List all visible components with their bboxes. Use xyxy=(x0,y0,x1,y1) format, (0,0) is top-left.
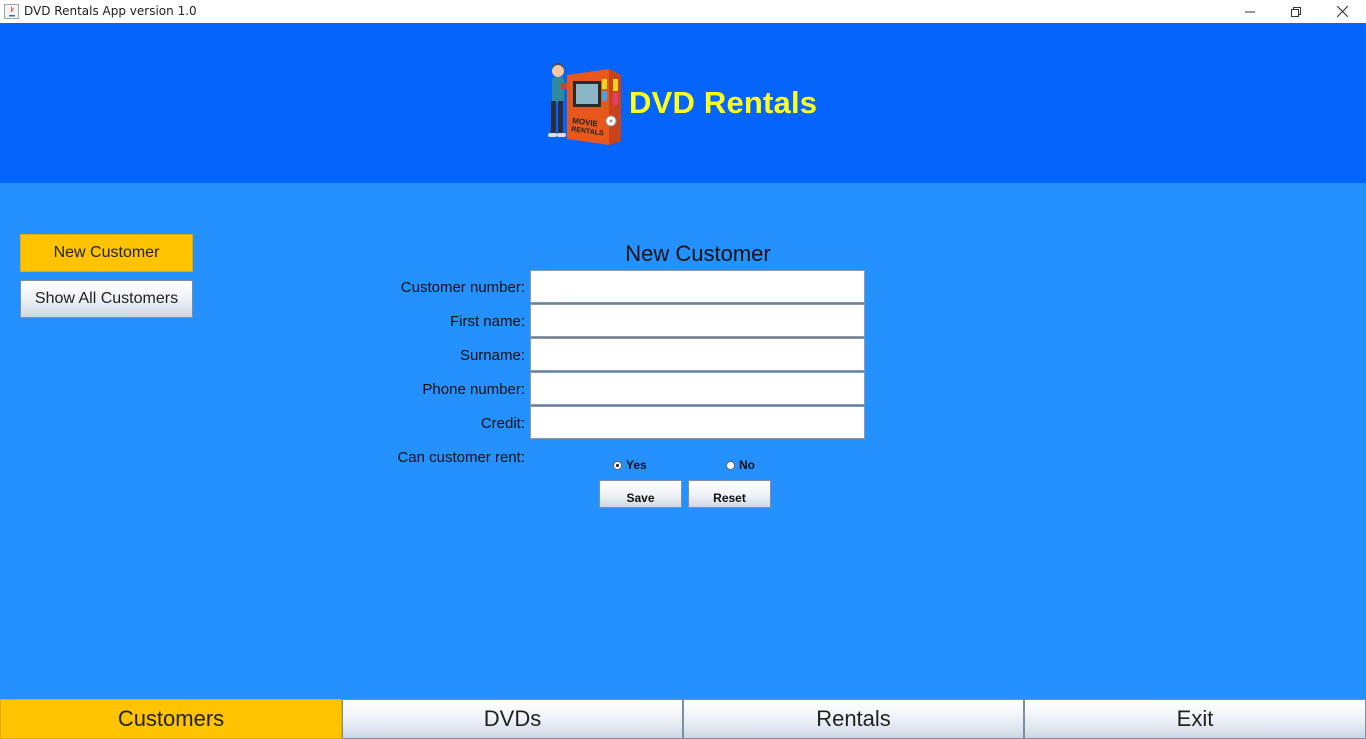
tab-rentals[interactable]: Rentals xyxy=(683,699,1024,739)
first-name-input[interactable] xyxy=(530,304,865,337)
credit-input[interactable] xyxy=(530,406,865,439)
reset-button[interactable]: Reset xyxy=(688,480,771,508)
window-title: DVD Rentals App version 1.0 xyxy=(24,4,197,18)
show-all-customers-button[interactable]: Show All Customers xyxy=(20,280,193,318)
credit-label: Credit: xyxy=(480,415,525,432)
new-customer-button[interactable]: New Customer xyxy=(20,234,193,272)
tab-customers[interactable]: Customers xyxy=(0,699,342,739)
surname-label: Surname: xyxy=(459,347,525,364)
close-icon xyxy=(1336,6,1348,17)
can-rent-yes-radio[interactable]: Yes xyxy=(613,458,647,472)
customer-number-input[interactable] xyxy=(530,270,865,303)
customer-number-label: Customer number: xyxy=(400,279,525,296)
phone-number-label: Phone number: xyxy=(422,381,525,398)
first-name-label: First name: xyxy=(449,313,525,330)
close-button[interactable] xyxy=(1319,0,1365,23)
movie-rentals-kiosk-icon: MOVIE RENTALS xyxy=(548,63,621,145)
app-header: MOVIE RENTALS DVD Rentals xyxy=(0,23,1366,183)
can-rent-no-radio[interactable]: No xyxy=(726,458,755,472)
radio-selected-icon xyxy=(613,460,622,470)
form-title: New Customer xyxy=(625,241,771,266)
surname-input[interactable] xyxy=(530,338,865,371)
tab-dvds[interactable]: DVDs xyxy=(342,699,683,739)
minimize-button[interactable] xyxy=(1227,0,1273,23)
app-title: DVD Rentals xyxy=(629,85,818,120)
phone-number-input[interactable] xyxy=(530,372,865,405)
radio-label-no: No xyxy=(739,458,755,472)
can-rent-label: Can customer rent: xyxy=(397,449,525,466)
java-app-icon xyxy=(4,4,19,19)
restore-button[interactable] xyxy=(1273,0,1319,23)
window-title-bar: DVD Rentals App version 1.0 xyxy=(0,0,1366,24)
radio-label-yes: Yes xyxy=(626,458,647,472)
radio-unselected-icon xyxy=(726,460,735,470)
minimize-icon xyxy=(1245,11,1255,12)
main-tabs: Customers DVDs Rentals Exit xyxy=(0,699,1366,739)
save-button[interactable]: Save xyxy=(599,480,682,508)
tab-exit[interactable]: Exit xyxy=(1024,699,1366,739)
restore-icon xyxy=(1291,6,1301,17)
